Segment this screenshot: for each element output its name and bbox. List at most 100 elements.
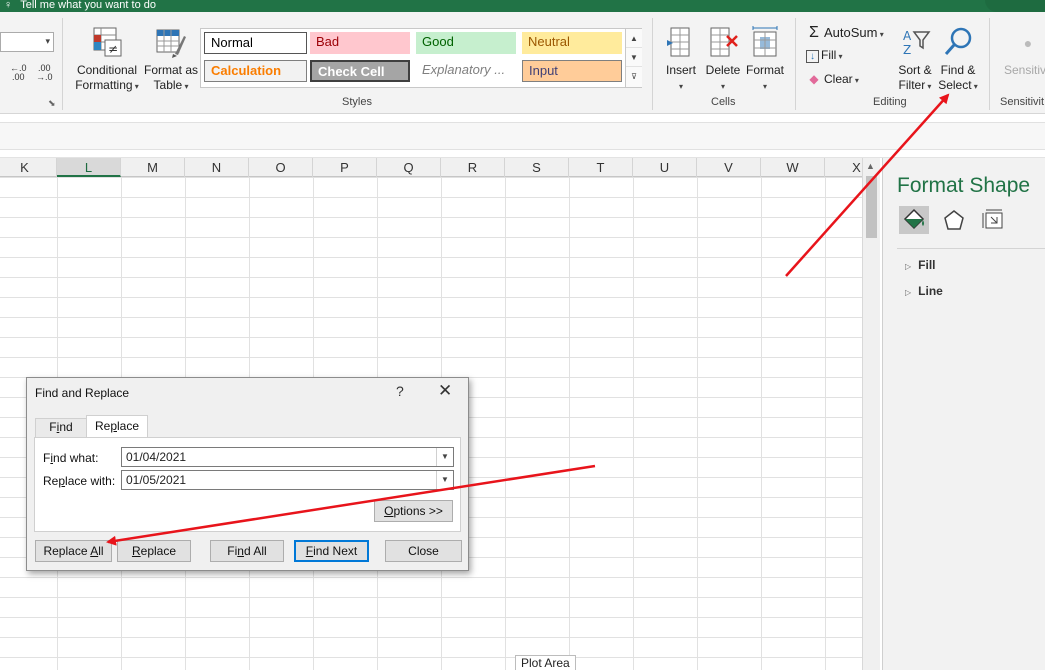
help-button[interactable]: ?	[396, 383, 404, 399]
decrease-decimal-button[interactable]: ←.0 .00	[10, 64, 27, 82]
clear-button[interactable]: ◆ Clear ▾	[806, 72, 859, 86]
column-header-v[interactable]: V	[697, 158, 761, 177]
chevron-down-icon: ▾	[836, 52, 843, 61]
find-what-label: Find what:	[43, 451, 99, 465]
chevron-down-icon: ▾	[877, 30, 884, 39]
style-check-cell[interactable]: Check Cell	[310, 60, 410, 82]
find-next-button[interactable]: Find Next	[294, 540, 369, 562]
find-what-input[interactable]: 01/04/2021 ▼	[121, 447, 454, 467]
sort-filter-button[interactable]: A Z Sort & Filter ▾	[895, 26, 935, 94]
number-format-dropdown[interactable]: ▾	[0, 32, 54, 52]
format-shape-pane: Format Shape ▷ Fill ▷ Line	[882, 158, 1045, 670]
style-bad[interactable]: Bad	[310, 32, 410, 54]
format-cells-icon	[752, 26, 778, 57]
size-properties-tab[interactable]	[979, 206, 1009, 234]
column-header-o[interactable]: O	[249, 158, 313, 177]
dialog-launcher-icon[interactable]: ⬊	[48, 98, 56, 109]
close-icon[interactable]: ✕	[438, 381, 452, 401]
autosum-button[interactable]: Σ AutoSum ▾	[806, 24, 884, 42]
sensitivity-button: ● Sensitivit	[998, 26, 1045, 78]
style-calculation[interactable]: Calculation	[204, 60, 307, 82]
gallery-more-icon[interactable]: ⊽	[626, 67, 642, 86]
chevron-down-icon: ▾	[132, 82, 139, 91]
insert-cells-icon	[667, 27, 690, 57]
chevron-down-icon: ▾	[925, 82, 932, 91]
increase-decimal-button[interactable]: .00 →.0	[36, 64, 53, 82]
sort-filter-icon: A Z	[903, 29, 931, 57]
header-decoration	[985, 0, 1045, 12]
find-replace-dialog: Find and Replace ? ✕ Find Replace Find w…	[26, 377, 469, 571]
scroll-down-icon[interactable]: ▼	[626, 48, 642, 67]
format-as-table-icon	[156, 29, 186, 58]
expand-icon: ▷	[905, 288, 912, 297]
effects-icon	[944, 210, 964, 230]
cells-group-label: Cells	[711, 96, 736, 108]
fill-section[interactable]: ▷ Fill	[905, 258, 936, 272]
scrollbar-thumb[interactable]	[866, 176, 877, 238]
vertical-scrollbar[interactable]: ▲	[862, 158, 880, 670]
scroll-up-icon[interactable]: ▲	[626, 29, 642, 48]
style-neutral[interactable]: Neutral	[522, 32, 622, 54]
chevron-down-icon: ▾	[45, 36, 50, 46]
pane-divider	[897, 248, 1045, 249]
style-input[interactable]: Input	[522, 60, 622, 82]
replace-all-button[interactable]: Replace All	[35, 540, 112, 562]
style-explanatory[interactable]: Explanatory ...	[416, 60, 516, 82]
chevron-down-icon[interactable]: ▼	[436, 471, 453, 489]
column-header-q[interactable]: Q	[377, 158, 441, 177]
editing-group-label: Editing	[873, 96, 907, 108]
column-header-r[interactable]: R	[441, 158, 505, 177]
find-select-button[interactable]: Find & Select ▾	[936, 26, 980, 94]
column-header-k[interactable]: K	[0, 158, 57, 177]
style-good[interactable]: Good	[416, 32, 516, 54]
style-normal[interactable]: Normal	[204, 32, 307, 54]
fill-line-tab[interactable]	[899, 206, 929, 234]
insert-button[interactable]: Insert ▾	[662, 26, 700, 94]
column-header-n[interactable]: N	[185, 158, 249, 177]
chevron-down-icon: ▾	[852, 76, 859, 85]
svg-text:A: A	[903, 29, 912, 43]
chevron-down-icon: ▾	[678, 82, 683, 91]
replace-tab-panel: Find what: 01/04/2021 ▼ Replace with: 01…	[34, 437, 461, 532]
column-header-t[interactable]: T	[569, 158, 633, 177]
replace-with-input[interactable]: 01/05/2021 ▼	[121, 470, 454, 490]
ribbon: ▾ ←.0 .00 .00 →.0 ⬊ ≠ Conditional Format…	[0, 12, 1045, 114]
close-button[interactable]: Close	[385, 540, 462, 562]
find-all-button[interactable]: Find All	[210, 540, 284, 562]
line-section[interactable]: ▷ Line	[905, 284, 943, 298]
gallery-scrollbar[interactable]: ▲ ▼ ⊽	[625, 29, 642, 87]
formula-bar-area	[0, 114, 1045, 158]
column-header-w[interactable]: W	[761, 158, 825, 177]
column-header-m[interactable]: M	[121, 158, 185, 177]
column-header-l[interactable]: L	[57, 158, 121, 177]
sigma-icon: Σ	[809, 24, 819, 41]
tab-replace[interactable]: Replace	[86, 415, 148, 437]
conditional-formatting-button[interactable]: ≠ Conditional Formatting ▾	[72, 26, 142, 94]
fill-button[interactable]: ↓ Fill ▾	[806, 48, 843, 63]
options-button[interactable]: Options >>	[374, 500, 453, 522]
column-header-s[interactable]: S	[505, 158, 569, 177]
format-button[interactable]: Format ▾	[745, 26, 785, 94]
conditional-formatting-icon: ≠	[93, 27, 122, 57]
effects-tab[interactable]	[939, 206, 969, 234]
svg-text:Z: Z	[903, 43, 911, 57]
sensitivity-group-label: Sensitivit	[1000, 96, 1045, 108]
dialog-title: Find and Replace	[35, 386, 130, 400]
group-separator	[62, 18, 63, 110]
replace-button[interactable]: Replace	[117, 540, 191, 562]
column-header-u[interactable]: U	[633, 158, 697, 177]
delete-button[interactable]: Delete ▾	[703, 26, 743, 94]
lightbulb-icon: ♀	[4, 0, 13, 11]
svg-text:≠: ≠	[108, 42, 118, 56]
chevron-down-icon[interactable]: ▼	[436, 448, 453, 466]
formula-bar[interactable]	[0, 122, 1045, 150]
size-properties-icon	[982, 209, 1003, 229]
group-separator	[989, 18, 990, 110]
format-as-table-button[interactable]: Format as Table ▾	[143, 26, 199, 94]
chevron-down-icon: ▾	[182, 82, 189, 91]
tell-me-bar[interactable]: ♀ Tell me what you want to do	[0, 0, 1045, 12]
column-header-p[interactable]: P	[313, 158, 377, 177]
cell-styles-gallery: Normal Bad Good Neutral Calculation Chec…	[200, 28, 642, 88]
tab-find[interactable]: Find	[35, 418, 87, 437]
scroll-up-icon[interactable]: ▲	[866, 161, 875, 171]
